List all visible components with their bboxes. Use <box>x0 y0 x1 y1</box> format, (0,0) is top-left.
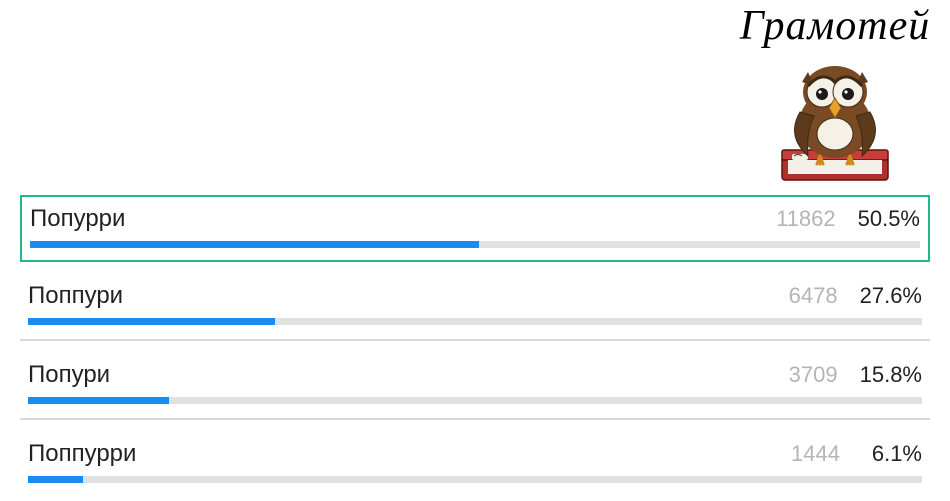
poll-results: Попурри 11862 50.5% Поппури 6478 27.6% П… <box>20 195 930 497</box>
poll-option[interactable]: Попурри 11862 50.5% <box>20 195 930 262</box>
option-label: Поппурри <box>28 440 136 468</box>
progress-fill <box>28 397 169 404</box>
option-label: Попури <box>28 361 110 389</box>
poll-option[interactable]: Попури 3709 15.8% <box>20 351 930 420</box>
option-label: Попурри <box>30 205 125 233</box>
poll-option[interactable]: Поппури 6478 27.6% <box>20 272 930 341</box>
progress-fill <box>28 318 275 325</box>
option-label: Поппури <box>28 282 123 310</box>
option-percent: 6.1% <box>862 441 922 467</box>
progress-fill <box>30 241 479 248</box>
option-percent: 15.8% <box>860 362 922 388</box>
brand-title: Грамотей <box>730 2 940 50</box>
progress-track <box>28 397 922 404</box>
poll-option[interactable]: Поппурри 1444 6.1% <box>20 430 930 497</box>
option-percent: 50.5% <box>858 206 920 232</box>
option-count: 1444 <box>778 441 840 467</box>
progress-track <box>30 241 920 248</box>
option-percent: 27.6% <box>860 283 922 309</box>
progress-fill <box>28 476 83 483</box>
option-count: 3709 <box>776 362 838 388</box>
option-count: 6478 <box>776 283 838 309</box>
brand-header: Грамотей <box>730 2 940 188</box>
option-count: 11862 <box>774 206 836 232</box>
owl-on-book-icon <box>730 48 940 188</box>
progress-track <box>28 476 922 483</box>
progress-track <box>28 318 922 325</box>
